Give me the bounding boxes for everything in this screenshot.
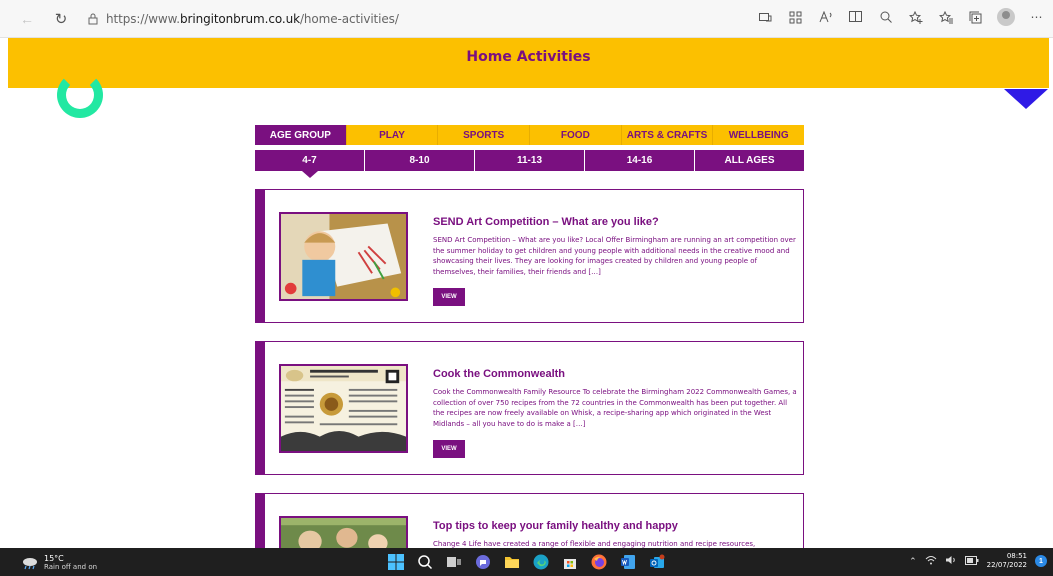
tab-all-ages[interactable]: ALL AGES (695, 150, 804, 171)
volume-icon[interactable] (945, 555, 957, 567)
firefox-icon[interactable] (589, 552, 609, 572)
category-tabs: AGE GROUP PLAY SPORTS FOOD ARTS & CRAFTS… (255, 125, 804, 145)
app-available-icon[interactable] (757, 9, 774, 26)
clock-date: 22/07/2022 (986, 561, 1027, 569)
activity-card: SEND Art Competition – What are you like… (255, 189, 804, 323)
page-title: Home Activities (466, 49, 591, 65)
tab-arts-crafts[interactable]: ARTS & CRAFTS (622, 125, 714, 145)
tab-age-8-10[interactable]: 8-10 (365, 150, 475, 171)
outlook-icon[interactable] (647, 552, 667, 572)
back-arrow-icon[interactable]: ← (16, 8, 38, 30)
collections-icon[interactable] (967, 9, 984, 26)
browser-toolbar: ← ↻ https://www.bringitonbrum.co.uk/home… (0, 0, 1053, 38)
clock-time: 08:51 (1006, 552, 1027, 560)
battery-icon[interactable] (964, 555, 979, 567)
card-title[interactable]: SEND Art Competition – What are you like… (433, 216, 659, 228)
blue-triangle-decoration (1004, 89, 1048, 109)
chat-icon[interactable] (473, 552, 493, 572)
store-icon[interactable] (560, 552, 580, 572)
tab-age-14-16[interactable]: 14-16 (585, 150, 695, 171)
refresh-icon[interactable]: ↻ (50, 8, 72, 30)
temperature: 15°C (44, 554, 64, 563)
taskbar-apps (386, 552, 667, 572)
card-thumbnail[interactable] (279, 364, 408, 453)
card-thumbnail[interactable] (279, 212, 408, 301)
tab-play[interactable]: PLAY (347, 125, 439, 145)
card-excerpt: SEND Art Competition – What are you like… (433, 236, 796, 276)
zoom-icon[interactable] (877, 9, 894, 26)
search-icon[interactable] (415, 552, 435, 572)
word-icon[interactable] (618, 552, 638, 572)
profile-avatar[interactable] (997, 8, 1015, 26)
system-tray: ⌃ 08:51 22/07/2022 1 (909, 552, 1047, 570)
site-header: Home Activities (8, 38, 1049, 88)
tab-wellbeing[interactable]: WELLBEING (713, 125, 804, 145)
green-ring-decoration (57, 72, 103, 118)
tab-age-11-13[interactable]: 11-13 (475, 150, 585, 171)
more-options-icon[interactable]: ⋯ (1028, 9, 1045, 26)
activity-card: Top tips to keep your family healthy and… (255, 493, 804, 556)
grid-icon[interactable] (787, 9, 804, 26)
wifi-icon[interactable] (925, 555, 937, 567)
browser-actions: ⋯ (757, 8, 1045, 26)
card-title[interactable]: Cook the Commonwealth (433, 368, 565, 380)
favorites-icon[interactable] (937, 9, 954, 26)
view-button[interactable]: VIEW (433, 440, 465, 458)
view-button[interactable]: VIEW (433, 288, 465, 306)
file-explorer-icon[interactable] (502, 552, 522, 572)
tab-sports[interactable]: SPORTS (438, 125, 531, 145)
tab-food[interactable]: FOOD (530, 125, 622, 145)
address-bar[interactable]: https://www.bringitonbrum.co.uk/home-act… (86, 6, 846, 32)
card-excerpt: Cook the Commonwealth Family Resource To… (433, 388, 797, 428)
task-view-icon[interactable] (444, 552, 464, 572)
chevron-up-icon[interactable]: ⌃ (909, 556, 917, 567)
clock[interactable]: 08:51 22/07/2022 (987, 552, 1027, 570)
immersive-reader-icon[interactable] (847, 9, 864, 26)
activity-card: Cook the Commonwealth Cook the Commonwea… (255, 341, 804, 475)
read-aloud-icon[interactable] (817, 9, 834, 26)
add-favorite-icon[interactable] (907, 9, 924, 26)
windows-taskbar: 15°C Rain off and on ⌃ 08:51 22/07/2022 … (0, 548, 1053, 576)
tab-age-group[interactable]: AGE GROUP (255, 125, 347, 145)
card-title[interactable]: Top tips to keep your family healthy and… (433, 520, 678, 532)
url-text[interactable]: https://www.bringitonbrum.co.uk/home-act… (106, 12, 399, 26)
tab-age-4-7[interactable]: 4-7 (255, 150, 365, 178)
weather-condition: Rain off and on (44, 563, 98, 571)
age-tabs: 4-7 8-10 11-13 14-16 ALL AGES (255, 150, 804, 178)
edge-browser-icon[interactable] (531, 552, 551, 572)
rain-cloud-icon (22, 556, 38, 570)
notification-badge[interactable]: 1 (1035, 555, 1047, 567)
windows-start-icon[interactable] (386, 552, 406, 572)
weather-widget[interactable]: 15°C Rain off and on (22, 554, 97, 571)
lock-icon[interactable] (86, 12, 100, 26)
